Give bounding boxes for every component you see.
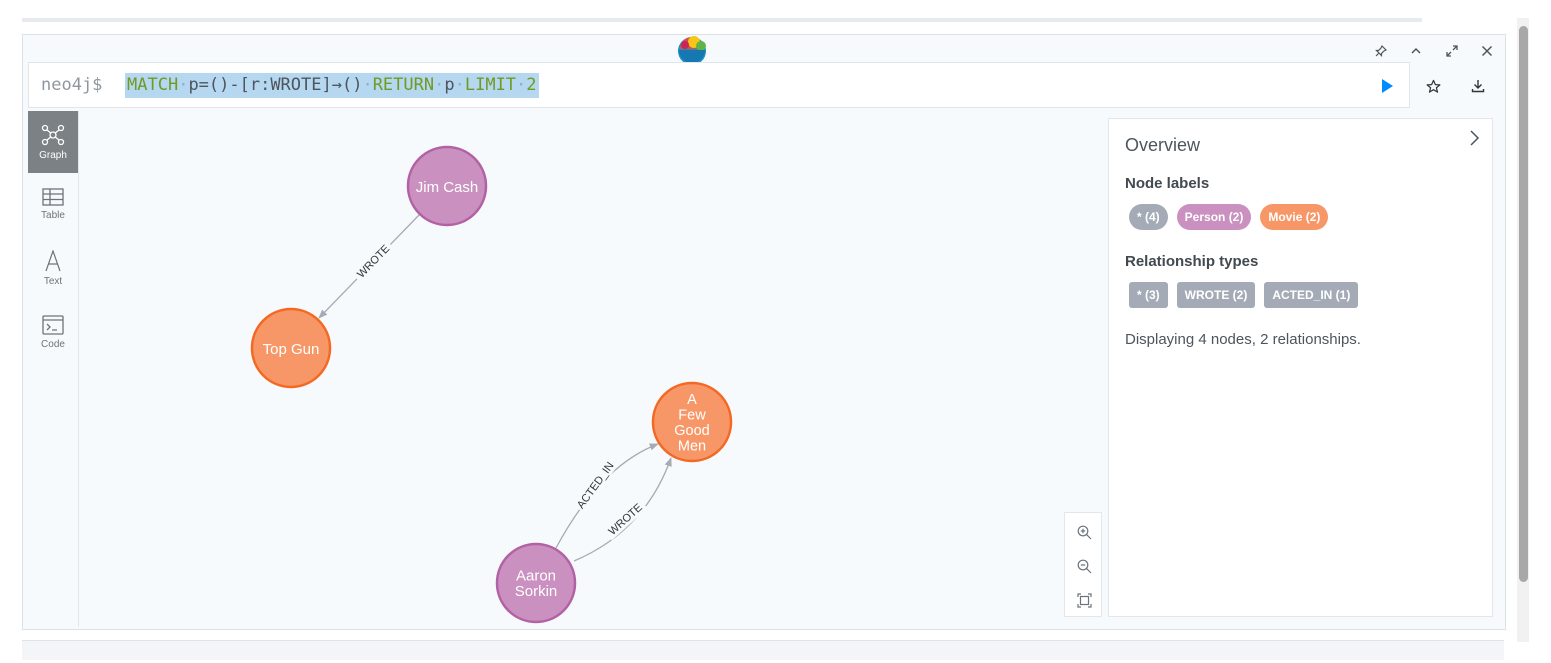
chevron-right-icon [1470,130,1480,146]
query-token: · [454,75,465,95]
overview-summary: Displaying 4 nodes, 2 relationships. [1125,331,1361,348]
favorite-button[interactable] [1422,75,1444,97]
node-top-gun[interactable]: Top Gun [250,307,332,389]
chevron-up-icon [1411,47,1421,54]
next-frame-edge [22,640,1504,660]
nav-code[interactable]: Code [28,301,78,363]
star-icon [1426,79,1440,93]
node-caption: Top Gun [263,341,320,358]
node-caption-line: Few [678,407,706,423]
query-token: p=()-[r:WROTE]→() [188,75,363,95]
graph-canvas[interactable]: WROTE ACTED_IN WROTE Jim Cash Top Gun AF… [80,111,1104,627]
node-caption-line: Men [678,438,706,454]
download-button[interactable] [1467,75,1489,97]
relationship-type-chip-acted-in[interactable]: ACTED_IN (1) [1264,282,1359,308]
text-icon [45,249,61,271]
relationship-type-chips: * (3) WROTE (2) ACTED_IN (1) [1129,282,1359,308]
fit-to-screen-button[interactable] [1074,590,1094,610]
play-icon [1382,79,1393,93]
node-aaron-sorkin[interactable]: Aaron Sorkin [495,542,577,624]
zoom-in-button[interactable] [1074,522,1094,542]
nav-table-label: Table [41,209,65,221]
query-token: p [444,75,455,95]
run-button[interactable] [1376,75,1398,97]
relationship-label: WROTE [355,243,392,281]
editor-prompt: neo4j$ [41,75,103,95]
node-labels-heading: Node labels [1125,175,1210,192]
overview-title: Overview [1125,135,1201,155]
query-token: MATCH [127,75,179,95]
browser-page: neo4j$ MATCH·p=()-[r:WROTE]→()·RETURN·p·… [0,0,1551,663]
nav-graph[interactable]: Graph [28,111,78,173]
relationship-types-heading: Relationship types [1125,253,1259,270]
close-button[interactable] [1478,42,1496,60]
collapse-button[interactable] [1407,42,1425,60]
query-token: · [434,75,445,95]
previous-frame-edge [22,18,1422,22]
node-label-chips: * (4) Person (2) Movie (2) [1129,204,1329,230]
node-caption-line: Aaron [516,567,556,584]
fullscreen-button[interactable] [1443,42,1461,60]
graph-icon [41,124,65,145]
pin-icon [1375,45,1387,57]
table-icon [42,187,64,206]
zoom-controls [1064,512,1102,617]
query-token: · [516,75,527,95]
node-a-few-good-men[interactable]: A Few Good Men [651,381,733,463]
node-label-chip-all[interactable]: * (4) [1129,204,1168,230]
zoom-out-button[interactable] [1074,556,1094,576]
relationship-wrote-aaron-afgm[interactable]: WROTE [573,457,672,562]
zoom-out-icon [1077,559,1091,573]
node-jim-cash[interactable]: Jim Cash [406,145,488,227]
node-caption-line: A [687,392,697,408]
node-caption-line: Sorkin [515,583,558,600]
fit-to-screen-icon [1076,592,1092,608]
result-view-nav: Graph Table Text Code [28,111,79,627]
nav-graph-label: Graph [39,149,67,161]
pin-button[interactable] [1372,42,1390,60]
overview-panel: Overview Node labels * (4) Person (2) Mo… [1108,118,1493,617]
node-caption-line: Good [674,423,709,439]
code-icon [42,314,64,335]
nav-text-label: Text [43,275,63,287]
download-icon [1471,80,1485,93]
close-icon [1481,45,1493,57]
node-caption: Aaron Sorkin [515,567,558,600]
nav-table[interactable]: Table [28,173,78,235]
query-token: · [362,75,373,95]
overview-collapse-button[interactable] [1465,129,1483,147]
nav-code-label: Code [41,338,65,350]
relationship-type-chip-all[interactable]: * (3) [1129,282,1168,308]
query-token: RETURN [372,75,435,95]
nav-text[interactable]: Text [28,237,78,299]
query-token: 2 [526,75,537,95]
zoom-in-icon [1077,525,1091,539]
node-label-chip-movie[interactable]: Movie (2) [1260,204,1329,230]
page-scrollbar-thumb[interactable] [1519,26,1528,582]
relationship-label: WROTE [606,502,644,538]
relationship-wrote-jim-topgun[interactable]: WROTE [318,213,421,319]
query-editor[interactable]: neo4j$ MATCH·p=()-[r:WROTE]→()·RETURN·p·… [28,62,1410,108]
query-token: · [178,75,189,95]
expand-icon [1446,45,1458,57]
node-label-chip-person[interactable]: Person (2) [1176,204,1252,230]
query-text[interactable]: MATCH·p=()-[r:WROTE]→()·RETURN·p·LIMIT·2 [125,73,539,98]
node-caption: Jim Cash [416,179,479,196]
relationship-label: ACTED_IN [575,460,617,511]
relationship-type-chip-wrote[interactable]: WROTE (2) [1176,282,1256,308]
query-token: LIMIT [464,75,517,95]
